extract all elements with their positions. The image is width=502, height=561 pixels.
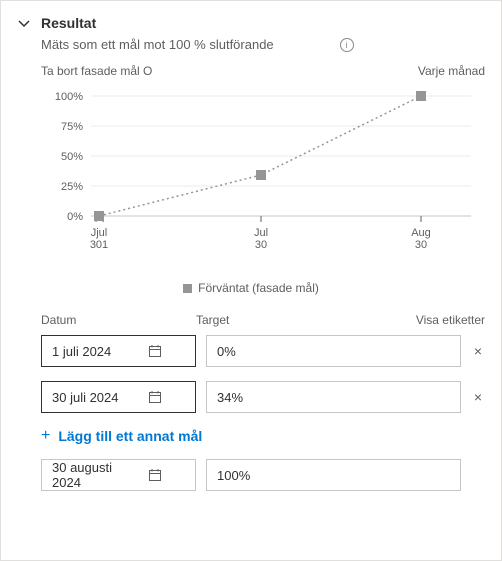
remove-phased-targets-link[interactable]: Ta bort fasade mål O xyxy=(41,64,152,78)
section-subtitle: Mäts som ett mål mot 100 % slutförande xyxy=(41,37,274,52)
date-field[interactable]: 30 juli 2024 xyxy=(41,381,196,413)
x-sub-0: 301 xyxy=(90,239,108,251)
y-tick-25: 25% xyxy=(61,181,83,193)
target-row: 1 juli 2024 0% × xyxy=(17,335,485,367)
y-tick-0: 0% xyxy=(67,211,83,223)
chart-legend: Förväntat (fasade mål) xyxy=(17,281,485,295)
phased-target-chart: 100% 75% 50% 25% 0% Jjul 301 Jul 30 xyxy=(17,86,485,271)
y-tick-50: 50% xyxy=(61,151,83,163)
calendar-icon[interactable] xyxy=(121,343,190,359)
column-header-date: Datum xyxy=(41,313,196,327)
x-sub-1: 30 xyxy=(255,239,267,251)
target-row: 30 juli 2024 34% × xyxy=(17,381,485,413)
y-tick-100: 100% xyxy=(55,91,83,103)
x-sub-2: 30 xyxy=(415,239,427,251)
target-value: 34% xyxy=(217,390,243,405)
date-field[interactable]: 30 augusti 2024 xyxy=(41,459,196,491)
date-value: 30 juli 2024 xyxy=(52,390,121,405)
remove-row-button[interactable]: × xyxy=(471,343,485,359)
date-field[interactable]: 1 juli 2024 xyxy=(41,335,196,367)
legend-marker-icon xyxy=(183,284,192,293)
calendar-icon[interactable] xyxy=(121,467,190,483)
x-tick-2: Aug xyxy=(411,227,431,239)
column-header-labels[interactable]: Visa etiketter xyxy=(416,313,485,327)
calendar-icon[interactable] xyxy=(121,389,190,405)
target-field[interactable]: 34% xyxy=(206,381,461,413)
frequency-label[interactable]: Varje månad xyxy=(418,64,485,78)
target-row-final: 30 augusti 2024 100% × xyxy=(17,459,485,491)
date-value: 30 augusti 2024 xyxy=(52,460,121,490)
remove-row-button[interactable]: × xyxy=(471,389,485,405)
section-title: Resultat xyxy=(41,15,96,31)
plus-icon: + xyxy=(41,427,50,445)
column-header-target: Target xyxy=(196,313,416,327)
x-tick-0: Jjul xyxy=(91,227,108,239)
add-target-label: Lägg till ett annat mål xyxy=(58,428,202,444)
chevron-down-icon[interactable] xyxy=(17,16,31,30)
y-tick-75: 75% xyxy=(61,121,83,133)
target-value: 0% xyxy=(217,344,236,359)
legend-label: Förväntat (fasade mål) xyxy=(198,281,319,295)
date-value: 1 juli 2024 xyxy=(52,344,121,359)
target-field[interactable]: 0% xyxy=(206,335,461,367)
info-icon[interactable]: i xyxy=(340,38,354,52)
add-target-button[interactable]: + Lägg till ett annat mål xyxy=(17,427,485,445)
x-tick-1: Jul xyxy=(254,227,268,239)
target-field[interactable]: 100% xyxy=(206,459,461,491)
target-value: 100% xyxy=(217,468,250,483)
